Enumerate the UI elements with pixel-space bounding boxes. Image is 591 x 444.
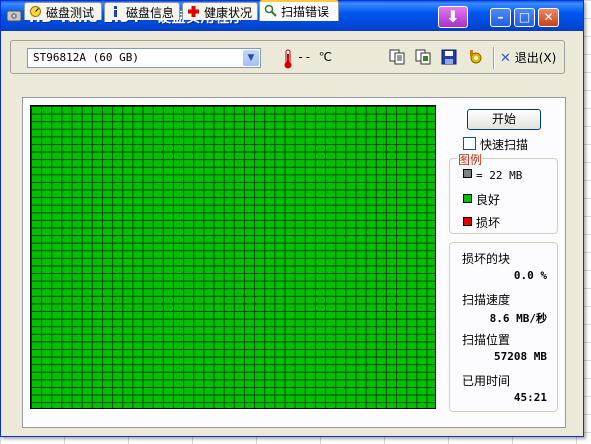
tab-benchmark-label: 磁盘测试	[46, 6, 95, 20]
block-map	[30, 105, 436, 409]
exit-button[interactable]: ✕ 退出(X)	[500, 49, 556, 66]
temperature-readout: -- ℃	[297, 50, 333, 64]
scan-position-value: 57208 MB	[494, 350, 547, 363]
minimize-icon: –	[497, 10, 504, 24]
quick-scan-label: 快速扫描	[480, 138, 529, 152]
copy-text-icon[interactable]	[388, 48, 406, 66]
damaged-blocks-label: 损坏的块	[462, 252, 511, 266]
options-icon[interactable]	[467, 48, 485, 66]
maximize-icon: □	[518, 10, 531, 24]
tab-error-scan-label: 扫描错误	[281, 5, 330, 19]
download-button[interactable]: ⬇	[438, 6, 468, 28]
hd-tune-app-icon	[6, 10, 22, 22]
tab-health-label: 健康状况	[204, 6, 253, 20]
benchmark-icon	[30, 6, 41, 17]
start-button[interactable]: 开始	[467, 109, 541, 130]
health-icon	[188, 6, 199, 17]
tab-benchmark[interactable]: 磁盘测试	[24, 2, 102, 20]
thermometer-icon	[284, 49, 292, 69]
legend-damaged: 损坏	[463, 214, 500, 231]
damaged-swatch	[463, 217, 472, 226]
minimize-button[interactable]: –	[490, 8, 511, 27]
maximize-button[interactable]: □	[514, 8, 535, 27]
drive-select[interactable]: ST96812A (60 GB) ▼	[27, 48, 261, 68]
info-icon	[114, 6, 117, 17]
scan-position-label: 扫描位置	[462, 333, 511, 347]
download-icon: ⬇	[446, 7, 460, 26]
block-unit-swatch	[463, 169, 472, 178]
close-button[interactable]: ✕	[538, 8, 559, 27]
drive-select-value: ST96812A (60 GB)	[33, 51, 139, 64]
save-icon[interactable]	[440, 48, 458, 66]
exit-icon: ✕	[500, 51, 511, 66]
legend-good-label: 良好	[476, 193, 501, 207]
good-swatch	[463, 194, 472, 203]
quick-scan-checkbox[interactable]	[463, 137, 476, 150]
legend-block-size: = 22 MB	[463, 168, 522, 182]
tab-error-scan[interactable]: 扫描错误	[259, 0, 339, 21]
legend-block-size-label: = 22 MB	[476, 169, 523, 182]
start-button-label: 开始	[491, 112, 516, 126]
legend-good: 良好	[463, 191, 500, 208]
toolbar-separator	[493, 47, 495, 69]
tab-health[interactable]: 健康状况	[182, 2, 258, 20]
elapsed-time-label: 已用时间	[462, 374, 511, 388]
scan-speed-label: 扫描速度	[462, 293, 511, 307]
legend-damaged-label: 损坏	[476, 216, 501, 230]
chevron-down-icon[interactable]: ▼	[243, 50, 259, 66]
legend-title: 图例	[457, 151, 484, 168]
elapsed-time-value: 45:21	[513, 391, 547, 404]
close-icon: ✕	[543, 10, 554, 24]
damaged-blocks-value: 0.0 %	[513, 269, 547, 282]
scan-speed-value: 8.6 MB/秒	[489, 312, 547, 325]
tab-disk-info-label: 磁盘信息	[126, 6, 175, 20]
exit-label: 退出(X)	[514, 51, 557, 65]
copy-screenshot-icon[interactable]	[414, 48, 432, 66]
scan-icon	[264, 4, 277, 17]
tab-disk-info[interactable]: 磁盘信息	[104, 2, 180, 20]
